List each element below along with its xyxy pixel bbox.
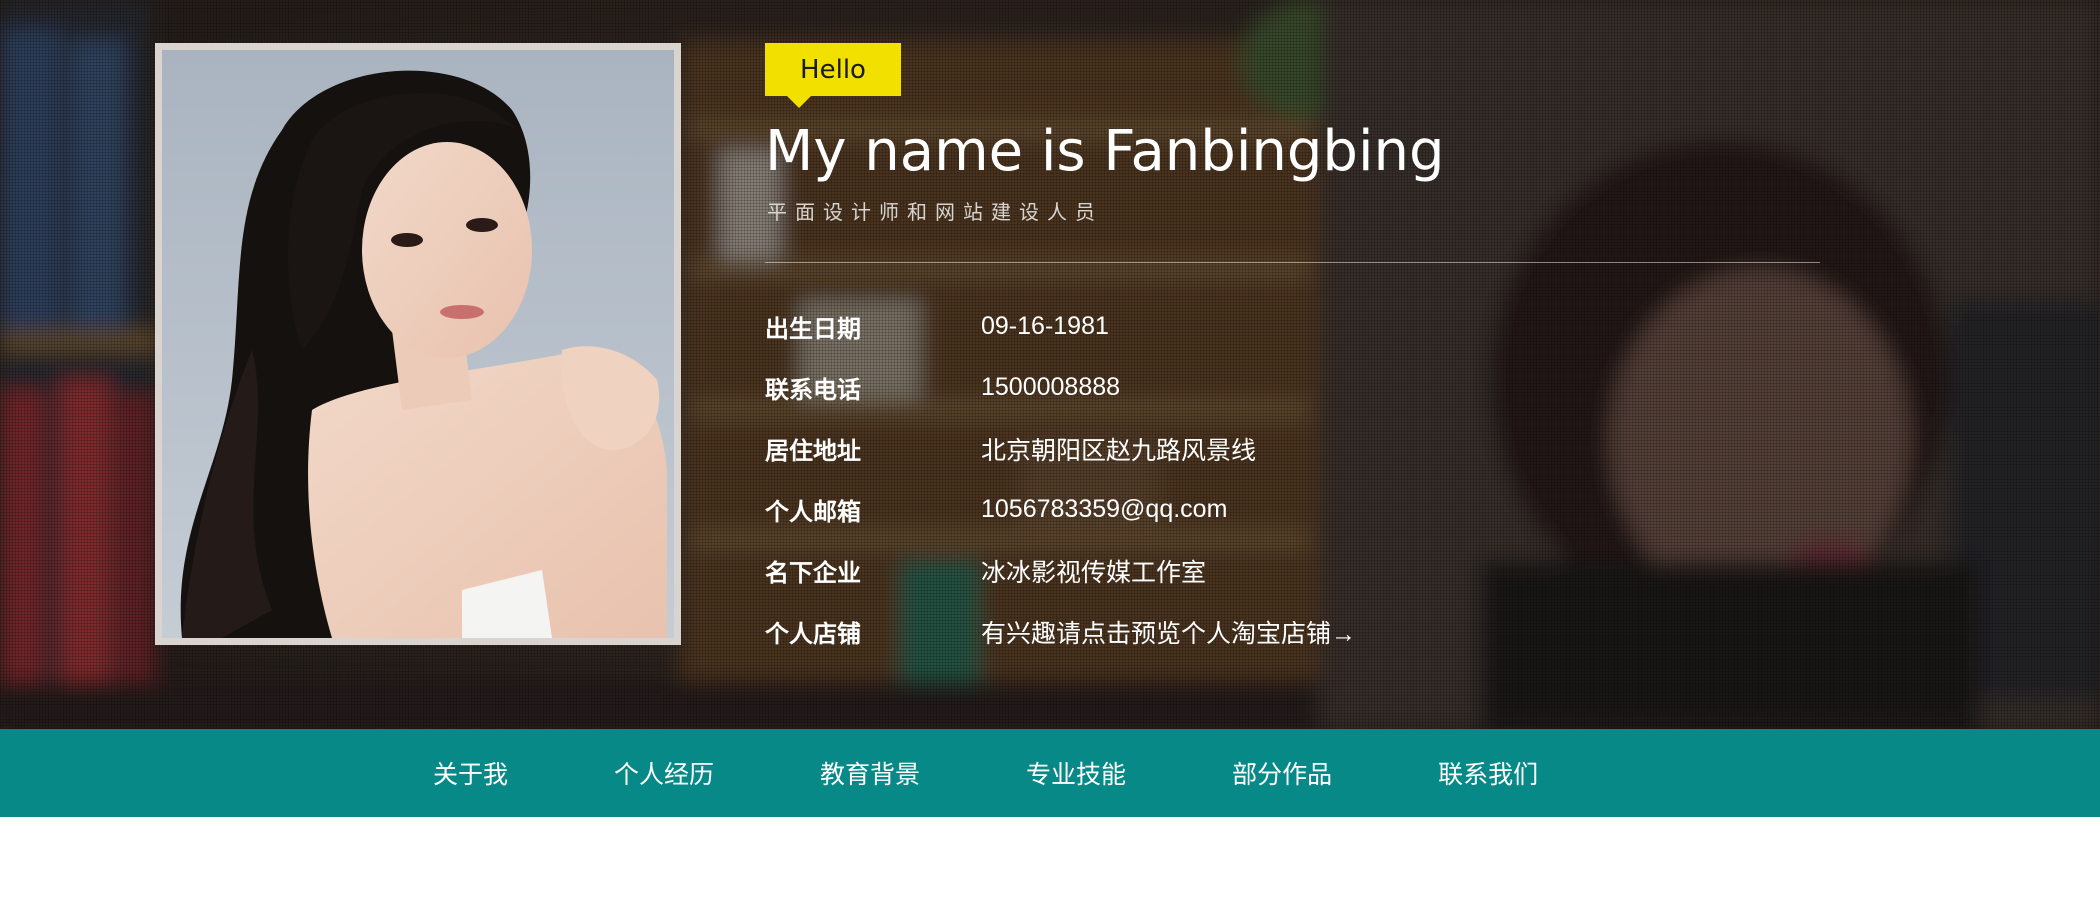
nav-item-skills[interactable]: 专业技能: [1026, 755, 1126, 791]
nav-item-experience[interactable]: 个人经历: [614, 755, 714, 791]
info-label: 个人邮箱: [765, 498, 861, 526]
info-value: 09-16-1981: [981, 312, 1109, 340]
info-row-address: 居住地址 北京朝阳区赵九路风景线: [765, 418, 1356, 479]
personal-info-list: 出生日期 09-16-1981 联系电话 1500008888 居住地址 北京朝…: [765, 296, 1356, 662]
nav-item-education[interactable]: 教育背景: [820, 755, 920, 791]
shop-link[interactable]: 有兴趣请点击预览个人淘宝店铺→: [981, 614, 1356, 650]
name-heading: My name is Fanbingbing: [765, 119, 1445, 184]
info-row-company: 名下企业 冰冰影视传媒工作室: [765, 540, 1356, 601]
hero-banner: Hello My name is Fanbingbing 平面设计师和网站建设人…: [0, 0, 2100, 729]
nav-item-works[interactable]: 部分作品: [1232, 755, 1332, 791]
info-label: 个人店铺: [765, 620, 861, 648]
info-label: 联系电话: [765, 376, 861, 404]
content-area: [0, 817, 2100, 900]
info-row-phone: 联系电话 1500008888: [765, 357, 1356, 418]
info-label: 名下企业: [765, 559, 861, 587]
info-row-shop: 个人店铺 有兴趣请点击预览个人淘宝店铺→: [765, 601, 1356, 662]
info-row-birthdate: 出生日期 09-16-1981: [765, 296, 1356, 357]
info-value: 北京朝阳区赵九路风景线: [981, 436, 1257, 465]
divider: [765, 262, 1820, 263]
profile-photo-frame: [155, 43, 681, 645]
info-row-email: 个人邮箱 1056783359@qq.com: [765, 479, 1356, 540]
nav-list: 关于我 个人经历 教育背景 专业技能 部分作品 联系我们: [433, 729, 1538, 817]
info-value: 1056783359@qq.com: [981, 495, 1228, 523]
info-value: 1500008888: [981, 373, 1121, 401]
job-subtitle: 平面设计师和网站建设人员: [767, 200, 1103, 224]
profile-photo: [162, 50, 674, 638]
nav-item-about[interactable]: 关于我: [433, 755, 508, 791]
info-label: 居住地址: [765, 437, 861, 465]
main-nav: 关于我 个人经历 教育背景 专业技能 部分作品 联系我们: [0, 729, 2100, 817]
resume-page: Hello My name is Fanbingbing 平面设计师和网站建设人…: [0, 0, 2100, 900]
info-value: 冰冰影视传媒工作室: [981, 558, 1207, 587]
hello-badge: Hello: [765, 43, 901, 108]
nav-item-contact[interactable]: 联系我们: [1438, 755, 1538, 791]
info-label: 出生日期: [765, 315, 861, 343]
